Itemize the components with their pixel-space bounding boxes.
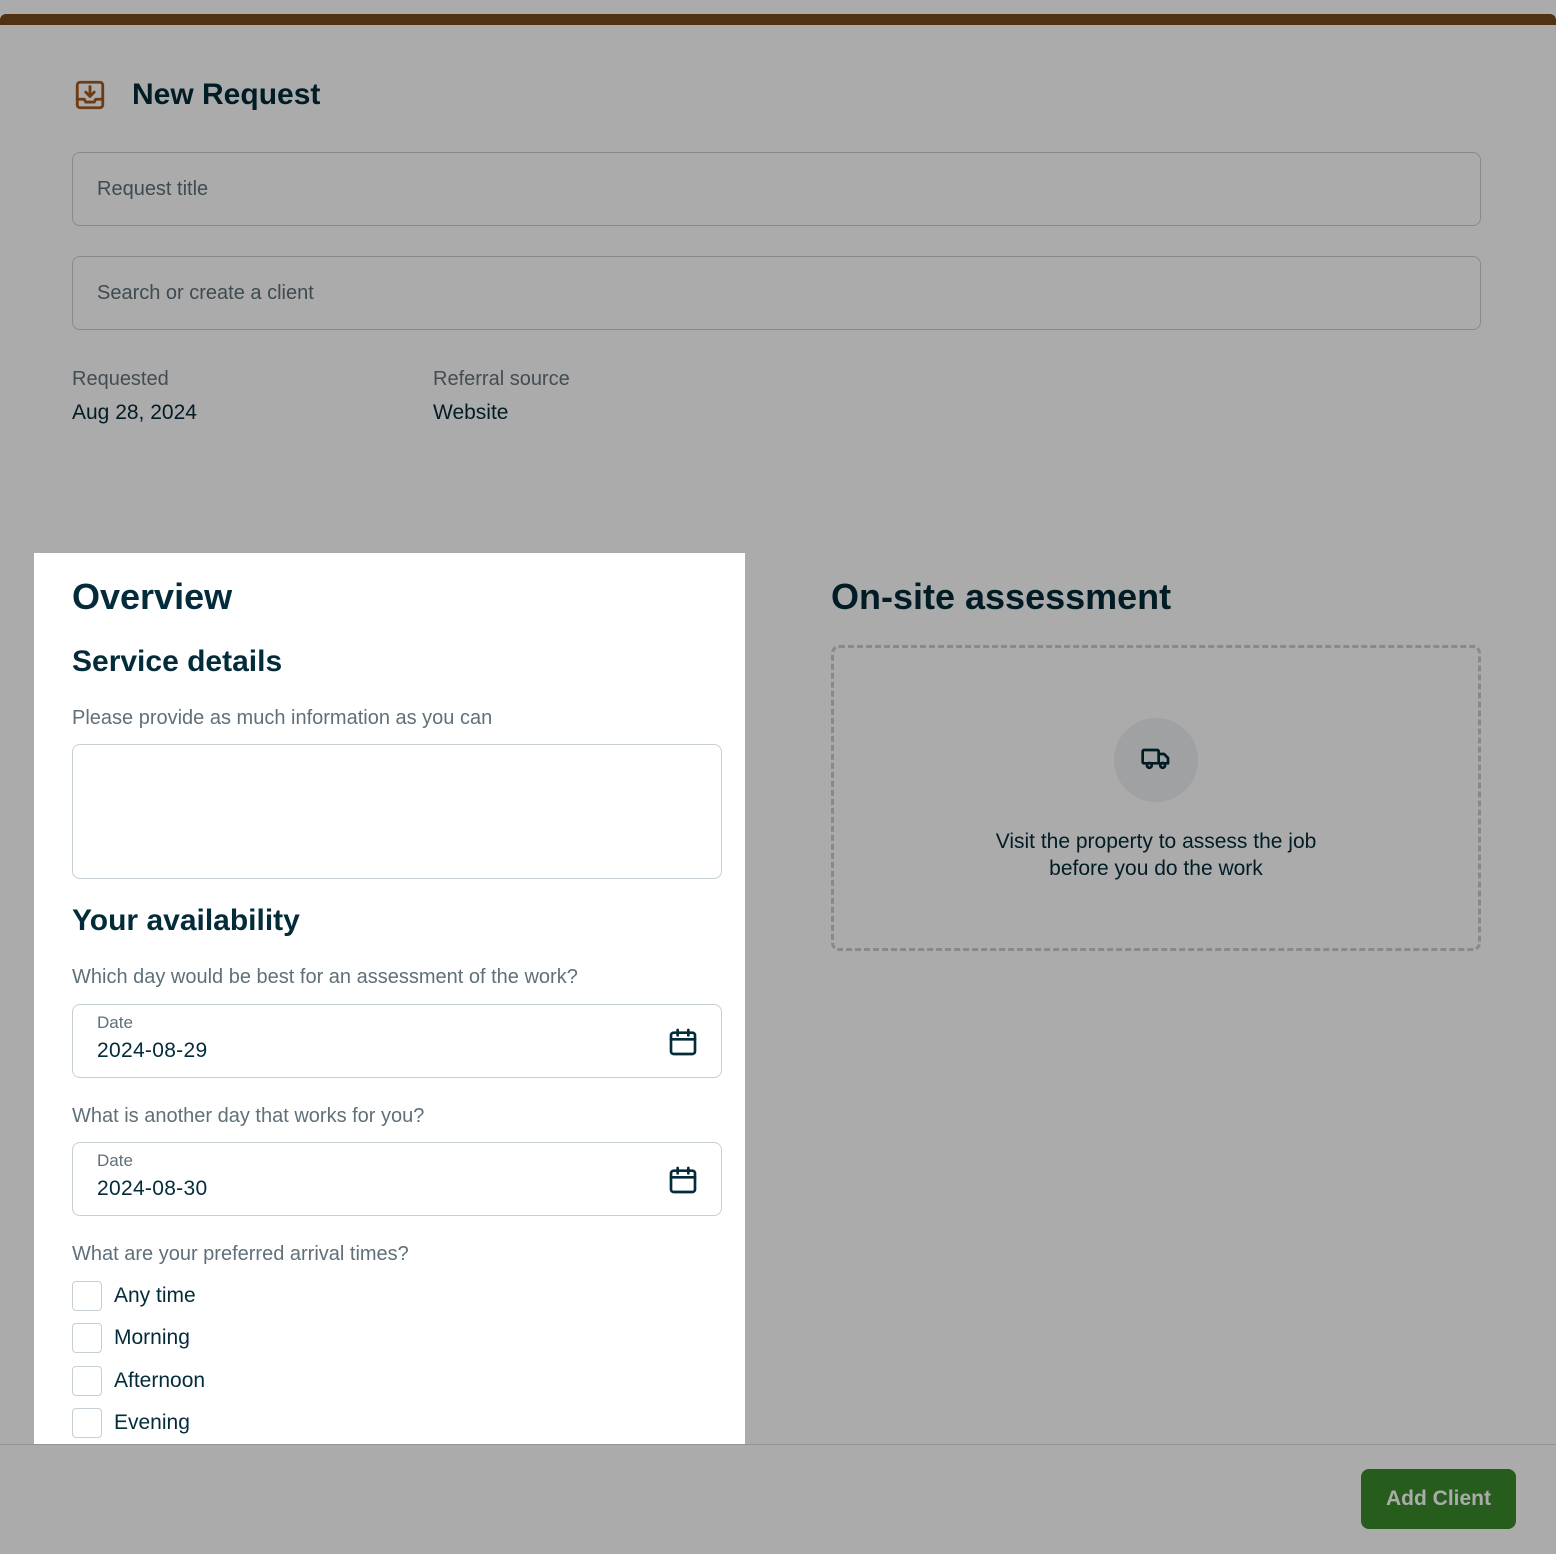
referral-source-value[interactable]: Website <box>433 401 508 425</box>
onsite-description: Visit the property to assess the job bef… <box>834 828 1478 882</box>
service-details-heading: Service details <box>72 645 283 678</box>
requested-value: Aug 28, 2024 <box>72 401 197 424</box>
service-details-prompt: Please provide as much information as yo… <box>72 707 493 729</box>
arrival-option-label: Evening <box>114 1411 190 1434</box>
service-details-textarea[interactable] <box>72 744 722 879</box>
page-title: New Request <box>132 78 321 111</box>
arrival-option-label: Morning <box>114 1326 190 1349</box>
truck-icon <box>1140 742 1172 779</box>
second-date-field[interactable]: Date 2024-08-30 <box>72 1142 722 1216</box>
second-date-label: Date <box>97 1151 133 1170</box>
overview-title: Overview <box>72 576 233 617</box>
calendar-icon[interactable] <box>667 1164 699 1196</box>
checkbox[interactable] <box>72 1366 102 1396</box>
second-day-prompt: What is another day that works for you? <box>72 1105 425 1127</box>
arrival-option-afternoon[interactable]: Afternoon <box>72 1366 205 1396</box>
client-search-input[interactable] <box>72 256 1481 330</box>
checkbox[interactable] <box>72 1323 102 1353</box>
page: New Request Requested Aug 28, 2024 Refer… <box>0 0 1556 1554</box>
arrival-option-evening[interactable]: Evening <box>72 1408 190 1438</box>
onsite-assessment-title: On-site assessment <box>831 576 1172 617</box>
request-header: New Request Requested Aug 28, 2024 Refer… <box>0 25 1556 500</box>
checkbox[interactable] <box>72 1281 102 1311</box>
availability-heading: Your availability <box>72 904 300 937</box>
checkbox[interactable] <box>72 1408 102 1438</box>
onsite-description-line1: Visit the property to assess the job <box>995 830 1317 853</box>
top-accent-bar <box>0 14 1556 25</box>
inbox-download-icon <box>72 77 108 113</box>
first-day-prompt: Which day would be best for an assessmen… <box>72 966 578 988</box>
onsite-description-line2: before you do the work <box>1049 857 1263 880</box>
arrival-times-prompt: What are your preferred arrival times? <box>72 1243 409 1265</box>
requested-label: Requested <box>72 368 169 390</box>
arrival-option-any-time[interactable]: Any time <box>72 1281 196 1311</box>
overview-card: Overview Service details Please provide … <box>34 553 745 1444</box>
title-row: New Request <box>72 77 320 113</box>
referral-source-label: Referral source <box>433 368 570 390</box>
arrival-option-morning[interactable]: Morning <box>72 1323 190 1353</box>
add-client-button[interactable]: Add Client <box>1361 1469 1516 1529</box>
arrival-option-label: Any time <box>114 1284 196 1307</box>
first-date-field[interactable]: Date 2024-08-29 <box>72 1004 722 1078</box>
arrival-option-label: Afternoon <box>114 1369 206 1392</box>
footer-bar: Add Client <box>0 1444 1556 1554</box>
first-date-value: 2024-08-29 <box>97 1039 208 1062</box>
second-date-value: 2024-08-30 <box>97 1177 208 1200</box>
request-title-input[interactable] <box>72 152 1481 226</box>
calendar-icon[interactable] <box>667 1026 699 1058</box>
onsite-assessment-box[interactable]: Visit the property to assess the job bef… <box>831 645 1481 951</box>
truck-icon-badge <box>1114 718 1198 802</box>
first-date-label: Date <box>97 1013 133 1032</box>
